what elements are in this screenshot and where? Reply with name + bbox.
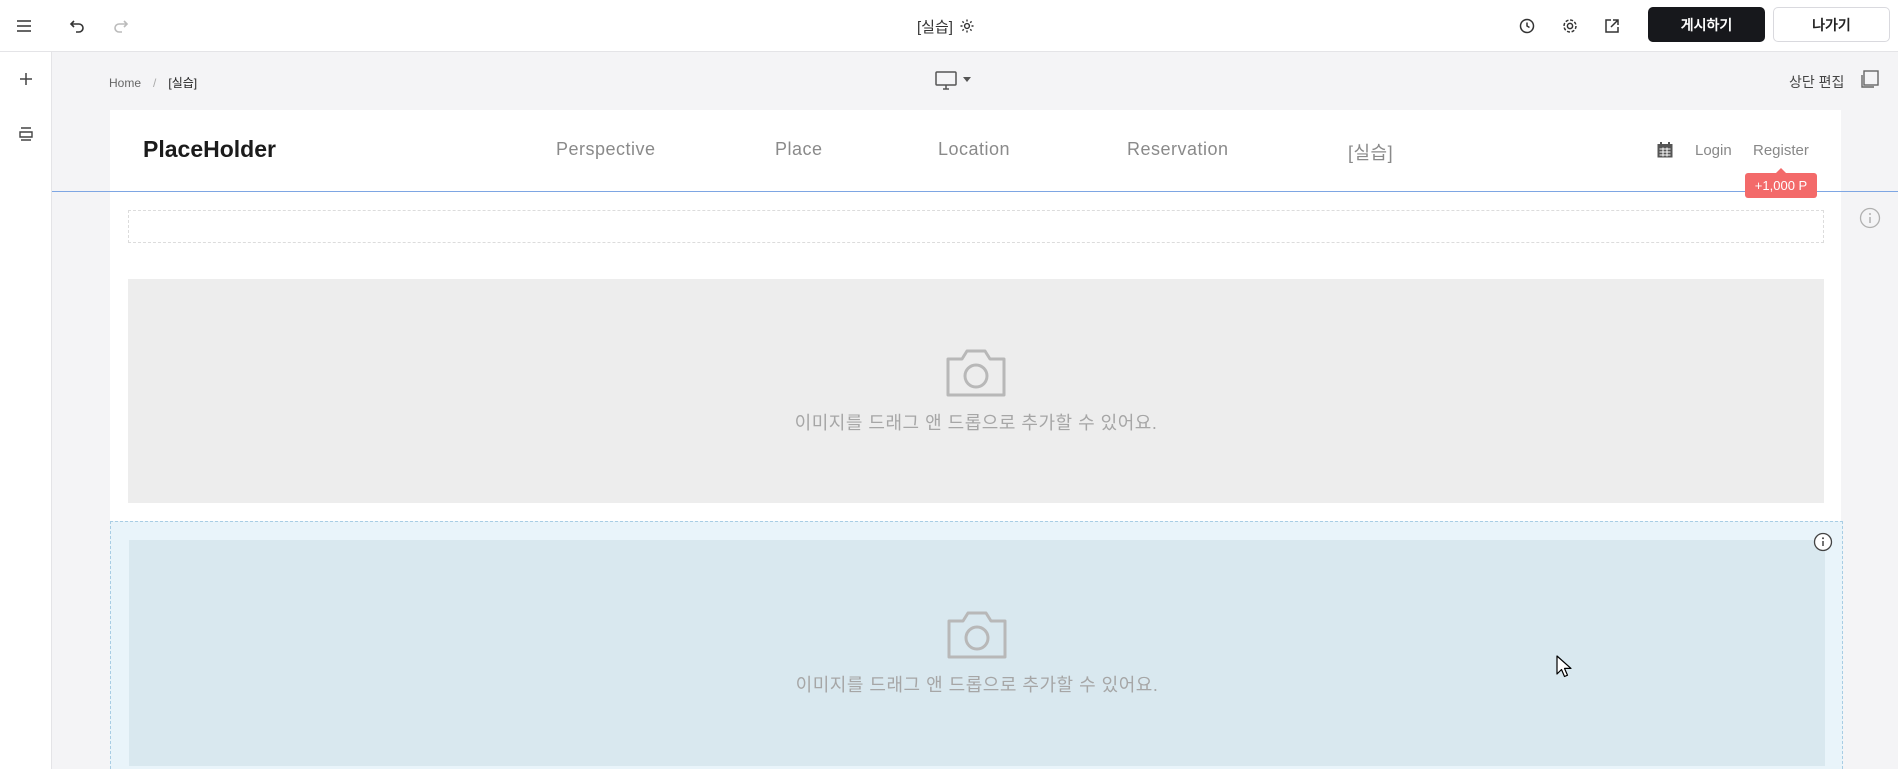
top-edit-button[interactable]: 상단 편집 <box>1789 72 1844 92</box>
drop-guide-line <box>52 191 1898 192</box>
page-frame: PlaceHolder Perspective Place Location R… <box>110 110 1843 769</box>
history-icon[interactable] <box>1513 12 1541 40</box>
nav-item-place[interactable]: Place <box>775 139 823 160</box>
dropzone-message: 이미지를 드래그 앤 드롭으로 추가할 수 있어요. <box>795 675 1159 695</box>
left-toolbar <box>0 52 52 769</box>
info-icon[interactable] <box>1859 207 1881 229</box>
settings-icon[interactable] <box>1556 12 1584 40</box>
gear-icon[interactable] <box>959 18 975 34</box>
document-title-text: [실습] <box>917 18 953 36</box>
register-link[interactable]: Register <box>1753 142 1809 159</box>
breadcrumb-separator: / <box>153 75 157 90</box>
copy-icon[interactable] <box>1858 69 1880 91</box>
document-title[interactable]: [실습] <box>917 14 975 38</box>
undo-icon[interactable] <box>63 12 91 40</box>
caret-down-icon <box>963 77 971 82</box>
breadcrumb: Home / [실습] <box>109 74 197 91</box>
selected-section[interactable]: 이미지를 드래그 앤 드롭으로 추가할 수 있어요. <box>110 521 1843 769</box>
exit-button[interactable]: 나가기 <box>1773 7 1890 42</box>
breadcrumb-home[interactable]: Home <box>109 76 141 90</box>
nav-item-practice[interactable]: [실습] <box>1348 139 1393 165</box>
dropzone-message: 이미지를 드래그 앤 드롭으로 추가할 수 있어요. <box>794 413 1158 433</box>
info-icon[interactable] <box>1813 532 1833 552</box>
mouse-cursor-icon <box>1556 655 1572 678</box>
site-header[interactable]: PlaceHolder Perspective Place Location R… <box>110 110 1841 192</box>
camera-icon <box>946 349 1006 397</box>
editor-topbar: [실습] 게시하기 나가기 <box>0 0 1898 52</box>
menu-icon[interactable] <box>10 12 38 40</box>
login-link[interactable]: Login <box>1695 142 1732 159</box>
image-dropzone[interactable]: 이미지를 드래그 앤 드롭으로 추가할 수 있어요. <box>128 279 1824 503</box>
points-badge: +1,000 P <box>1745 168 1817 198</box>
desktop-icon <box>935 71 957 90</box>
device-selector[interactable] <box>934 70 971 90</box>
publish-button[interactable]: 게시하기 <box>1648 7 1765 42</box>
add-icon[interactable] <box>10 63 42 95</box>
external-link-icon[interactable] <box>1598 12 1626 40</box>
site-logo[interactable]: PlaceHolder <box>143 136 276 163</box>
nav-item-perspective[interactable]: Perspective <box>556 139 656 160</box>
nav-item-location[interactable]: Location <box>938 139 1010 160</box>
calendar-icon[interactable] <box>1656 141 1674 159</box>
layers-icon[interactable] <box>10 117 42 149</box>
image-dropzone-selected[interactable]: 이미지를 드래그 앤 드롭으로 추가할 수 있어요. <box>129 540 1825 766</box>
empty-block-placeholder[interactable] <box>128 210 1824 243</box>
nav-item-reservation[interactable]: Reservation <box>1127 139 1229 160</box>
redo-icon[interactable] <box>107 12 135 40</box>
camera-icon <box>947 611 1007 659</box>
breadcrumb-current: [실습] <box>168 76 198 90</box>
